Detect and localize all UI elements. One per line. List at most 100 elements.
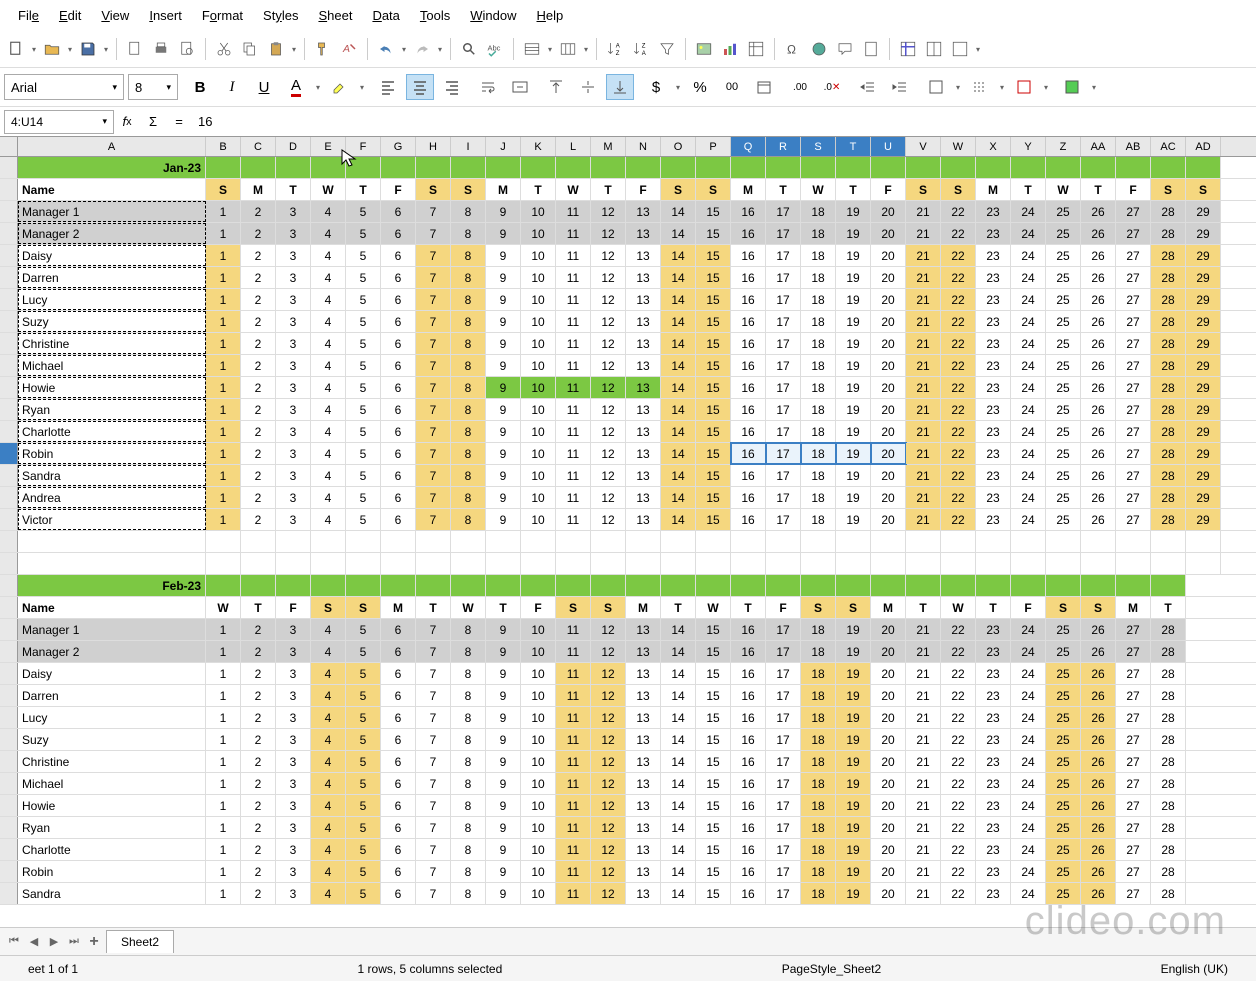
day-cell[interactable]: 15	[696, 795, 731, 816]
cell[interactable]	[941, 575, 976, 596]
day-cell[interactable]: 10	[521, 487, 556, 508]
day-cell[interactable]: 23	[976, 729, 1011, 750]
day-cell[interactable]: 19	[836, 817, 871, 838]
day-cell[interactable]: 18	[801, 487, 836, 508]
day-cell[interactable]: 20	[871, 641, 906, 662]
column-header-C[interactable]: C	[241, 137, 276, 156]
day-cell[interactable]: 18	[801, 685, 836, 706]
cell[interactable]	[1151, 157, 1186, 178]
dow-header[interactable]: S	[556, 597, 591, 618]
new-doc-icon[interactable]	[4, 37, 28, 61]
dow-header[interactable]: M	[241, 179, 276, 200]
day-cell[interactable]: 28	[1151, 245, 1186, 266]
day-cell[interactable]: 26	[1081, 355, 1116, 376]
day-cell[interactable]: 28	[1151, 883, 1186, 904]
day-cell[interactable]: 9	[486, 399, 521, 420]
day-cell[interactable]: 9	[486, 839, 521, 860]
day-cell[interactable]: 22	[941, 509, 976, 530]
day-cell[interactable]: 19	[836, 487, 871, 508]
cell[interactable]	[836, 553, 871, 574]
day-cell[interactable]: 23	[976, 377, 1011, 398]
day-cell[interactable]: 8	[451, 641, 486, 662]
day-cell[interactable]: 9	[486, 201, 521, 222]
day-cell[interactable]: 18	[801, 773, 836, 794]
day-cell[interactable]: 12	[591, 421, 626, 442]
tab-last-icon[interactable]: ⏭	[66, 935, 82, 948]
day-cell[interactable]: 4	[311, 245, 346, 266]
day-cell[interactable]: 22	[941, 663, 976, 684]
day-cell[interactable]: 18	[801, 377, 836, 398]
day-cell[interactable]: 1	[206, 839, 241, 860]
day-cell[interactable]: 6	[381, 465, 416, 486]
day-cell[interactable]: 28	[1151, 685, 1186, 706]
name-cell[interactable]: Christine	[18, 751, 206, 772]
day-cell[interactable]: 1	[206, 707, 241, 728]
day-cell[interactable]: 1	[206, 861, 241, 882]
day-cell[interactable]: 4	[311, 641, 346, 662]
day-cell[interactable]: 1	[206, 509, 241, 530]
cell[interactable]	[1116, 531, 1151, 552]
day-cell[interactable]: 16	[731, 883, 766, 904]
day-cell[interactable]: 11	[556, 729, 591, 750]
day-cell[interactable]: 12	[591, 223, 626, 244]
day-cell[interactable]: 8	[451, 751, 486, 772]
day-cell[interactable]: 5	[346, 465, 381, 486]
day-cell[interactable]: 22	[941, 619, 976, 640]
day-cell[interactable]: 18	[801, 861, 836, 882]
dow-header[interactable]: S	[451, 179, 486, 200]
day-cell[interactable]: 10	[521, 641, 556, 662]
dow-header[interactable]: T	[766, 179, 801, 200]
cell[interactable]	[1116, 553, 1151, 574]
day-cell[interactable]: 5	[346, 663, 381, 684]
day-cell[interactable]: 21	[906, 751, 941, 772]
cell[interactable]	[1116, 575, 1151, 596]
day-cell[interactable]: 6	[381, 377, 416, 398]
day-cell[interactable]: 17	[766, 729, 801, 750]
name-cell[interactable]: Suzy	[18, 729, 206, 750]
day-cell[interactable]: 29	[1186, 333, 1221, 354]
dow-header[interactable]: T	[416, 597, 451, 618]
day-cell[interactable]: 10	[521, 289, 556, 310]
day-cell[interactable]: 1	[206, 641, 241, 662]
day-cell[interactable]: 21	[906, 289, 941, 310]
day-cell[interactable]: 2	[241, 641, 276, 662]
day-cell[interactable]: 26	[1081, 883, 1116, 904]
day-cell[interactable]: 3	[276, 751, 311, 772]
day-cell[interactable]: 6	[381, 289, 416, 310]
cell[interactable]	[521, 553, 556, 574]
day-cell[interactable]: 24	[1011, 443, 1046, 464]
day-cell[interactable]: 4	[311, 311, 346, 332]
name-cell[interactable]: Robin	[18, 443, 206, 464]
day-cell[interactable]: 14	[661, 509, 696, 530]
day-cell[interactable]: 17	[766, 443, 801, 464]
day-cell[interactable]: 28	[1151, 619, 1186, 640]
day-cell[interactable]: 22	[941, 817, 976, 838]
day-cell[interactable]: 2	[241, 399, 276, 420]
cell[interactable]	[206, 575, 241, 596]
day-cell[interactable]: 9	[486, 663, 521, 684]
day-cell[interactable]: 13	[626, 333, 661, 354]
day-cell[interactable]: 21	[906, 729, 941, 750]
conditional-format-icon[interactable]	[1058, 74, 1086, 100]
dow-header[interactable]: M	[1116, 597, 1151, 618]
day-cell[interactable]: 7	[416, 729, 451, 750]
day-cell[interactable]: 11	[556, 883, 591, 904]
cell[interactable]	[1011, 157, 1046, 178]
day-cell[interactable]: 13	[626, 267, 661, 288]
day-cell[interactable]: 3	[276, 817, 311, 838]
day-cell[interactable]: 12	[591, 663, 626, 684]
dow-header[interactable]: W	[1046, 179, 1081, 200]
column-header-X[interactable]: X	[976, 137, 1011, 156]
cell[interactable]	[276, 157, 311, 178]
day-cell[interactable]: 7	[416, 839, 451, 860]
add-decimal-icon[interactable]: .00	[786, 74, 814, 100]
day-cell[interactable]: 13	[626, 487, 661, 508]
day-cell[interactable]: 25	[1046, 245, 1081, 266]
column-header-R[interactable]: R	[766, 137, 801, 156]
cell[interactable]	[661, 553, 696, 574]
day-cell[interactable]: 18	[801, 311, 836, 332]
name-cell[interactable]: Howie	[18, 377, 206, 398]
day-cell[interactable]: 25	[1046, 773, 1081, 794]
day-cell[interactable]: 20	[871, 465, 906, 486]
day-cell[interactable]: 9	[486, 861, 521, 882]
